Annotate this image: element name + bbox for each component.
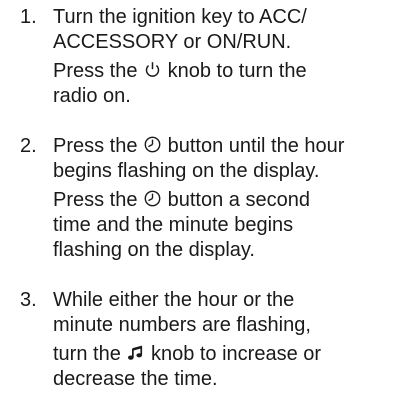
- step-line-text: button a second: [162, 189, 310, 211]
- music-note-icon: [127, 344, 144, 361]
- step-line: ACCESSORY or ON/RUN.: [53, 31, 292, 53]
- instruction-steps: 1. Turn the ignition key to ACC/ ACCESSO…: [0, 0, 419, 399]
- step-line: begins flashing on the display.: [53, 160, 320, 182]
- step-number: 1.: [20, 6, 37, 28]
- step-line: decrease the time.: [53, 368, 218, 390]
- step-line-text: button until the hour: [162, 135, 345, 157]
- clock-icon: [144, 136, 161, 153]
- step-line-text: knob to increase or: [145, 343, 322, 365]
- step-line: time and the minute begins: [53, 214, 294, 236]
- power-icon: [144, 61, 161, 78]
- step-line-text: Press the: [53, 60, 144, 82]
- step-line-text: Press the: [53, 189, 144, 211]
- step-line: minute numbers are flashing,: [53, 314, 311, 336]
- step-line: While either the hour or the: [53, 289, 295, 311]
- step-line: flashing on the display.: [53, 239, 255, 261]
- step-line-text: turn the: [53, 343, 127, 365]
- step-line-text: Press the: [53, 135, 144, 157]
- step-line: radio on.: [53, 85, 131, 107]
- step-line-text: knob to turn the: [162, 60, 307, 82]
- step-number: 2.: [20, 135, 37, 157]
- step-line: Turn the ignition key to ACC/: [53, 6, 307, 28]
- step-line: Press the knob to turn the: [53, 59, 307, 84]
- step-number: 3.: [20, 289, 37, 311]
- clock-icon: [144, 190, 161, 207]
- step-line: Press the button until the hour: [53, 134, 344, 159]
- step-line: turn the knob to increase or: [53, 342, 321, 367]
- step-line: Press the button a second: [53, 188, 310, 213]
